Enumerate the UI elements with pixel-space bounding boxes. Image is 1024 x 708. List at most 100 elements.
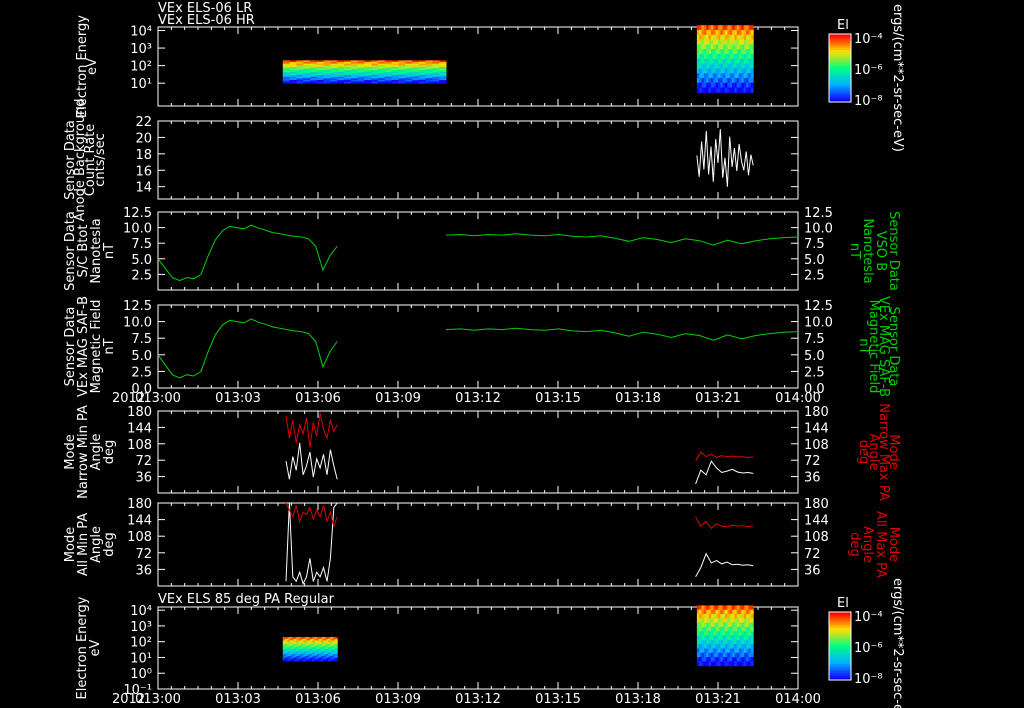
y-tick-label-right: 144	[804, 421, 829, 436]
y-axis-label: ModeAll Min PAAngledeg	[63, 513, 117, 576]
y-tick-label: 72	[135, 547, 152, 562]
heatmap-cell	[750, 648, 754, 654]
heatmap-cell	[418, 81, 427, 84]
y-tick-label: 16	[135, 164, 152, 179]
panel-frame-5	[157, 410, 799, 494]
y-tick-label: 12.5	[123, 206, 152, 221]
y-tick-label: 36	[135, 563, 152, 578]
y-tick-label: 144	[127, 514, 152, 529]
heatmap-cell	[432, 81, 440, 84]
heatmap-cell	[750, 644, 754, 649]
series-line-2	[285, 413, 338, 448]
y-tick-label-right: 72	[804, 454, 821, 469]
heatmap-cell	[337, 81, 345, 84]
y-tick-label: 10¹	[130, 77, 152, 92]
y-tick-label: 22	[135, 115, 152, 130]
colorbar-label: 10⁻⁴	[854, 32, 883, 47]
header-line2: VEx ELS-06 HR	[158, 13, 255, 28]
heatmap-cell	[364, 81, 372, 84]
heatmap-cell	[750, 639, 754, 645]
y-axis-label-right: ModeAll Max PAAngledeg	[847, 511, 901, 578]
heatmap-cell	[330, 81, 338, 84]
y-tick-label-right: 12.5	[804, 206, 833, 221]
heatmap-cell	[750, 34, 754, 41]
y-axis-label: Sensor DataVEx MAG SAF-BMagnetic FieldnT	[63, 296, 117, 397]
y-axis-label-right: Sensor DataVEx MAG SAF-BMagnetic FieldnT	[856, 296, 901, 397]
y-tick-label: 12.5	[123, 299, 152, 314]
y-tick-label-right: 2.5	[804, 365, 825, 380]
y-tick-label: 10³	[130, 42, 152, 57]
heatmap-cell	[750, 82, 754, 89]
panel-frame-6	[157, 502, 799, 587]
heatmap-cell	[750, 614, 754, 619]
y-tick-label: 18	[135, 148, 152, 163]
y-tick-label-right: 36	[804, 471, 821, 486]
colorbar-label: 10⁻⁸	[854, 94, 883, 109]
time-tick-label: 014:00	[775, 391, 821, 406]
y-tick-label: 10¹	[130, 651, 152, 666]
heatmap-cell	[750, 53, 754, 60]
time-tick-label: 013:06	[295, 692, 341, 707]
colorbar-unit-top: ergs/(cm**2-sr-sec-eV)	[890, 4, 905, 152]
y-axis-label-right: ModeNarrow Max PAAngledeg	[856, 403, 901, 501]
y-tick-label-right: 7.5	[804, 237, 825, 252]
heatmap-cell	[750, 622, 754, 628]
y-tick-label-right: 2.5	[804, 268, 825, 283]
y-tick-label: 108	[127, 530, 152, 545]
y-tick-label: 144	[127, 421, 152, 436]
heatmap-cell	[750, 87, 754, 93]
colorbar-label: 10⁻⁸	[854, 672, 883, 687]
time-tick-label: 013:09	[375, 391, 421, 406]
y-axis-label: Electron EnergyeV	[75, 596, 103, 699]
y-tick-label: 5.0	[131, 349, 152, 364]
heatmap-cell	[344, 81, 352, 84]
heatmap-cell	[296, 81, 304, 84]
colorbar-unit-bottom: ergs/(cm**2-sr-sec-eV)	[890, 578, 905, 708]
y-tick-label: 2.5	[131, 365, 152, 380]
y-tick-label-right: 5.0	[804, 349, 825, 364]
time-tick-label: 013:06	[295, 391, 341, 406]
heatmap-cell	[750, 63, 754, 69]
series-line-2	[695, 516, 754, 530]
heatmap-cell	[425, 81, 433, 84]
y-tick-label: 180	[127, 405, 152, 420]
y-tick-label: 10.0	[123, 222, 152, 237]
y-tick-label-right: 7.5	[804, 332, 825, 347]
heatmap-cell	[303, 81, 311, 84]
heatmap-cell	[289, 81, 297, 84]
panel-frame-3	[157, 211, 799, 291]
heatmap-cell	[750, 657, 754, 662]
series-line-1	[445, 327, 799, 341]
heatmap-cell	[750, 652, 754, 658]
time-tick-label: 013:12	[455, 391, 501, 406]
time-tick-label: 013:03	[215, 692, 261, 707]
y-tick-label-right: 108	[804, 438, 829, 453]
time-tick-label: 013:00	[135, 391, 181, 406]
series-line-1	[157, 224, 338, 282]
heatmap-cell	[750, 49, 754, 55]
heatmap-cell	[412, 81, 420, 84]
time-tick-label: 013:15	[535, 692, 581, 707]
y-tick-label: 7.5	[131, 237, 152, 252]
y-axis-label: Sensor DataAnode BackgroundCount Ratecnt…	[63, 98, 108, 221]
time-tick-label: 013:09	[375, 692, 421, 707]
y-axis-label: ModeNarrow Min PAAngledeg	[63, 405, 117, 499]
heatmap-cell	[750, 77, 754, 84]
y-tick-label: 10⁴	[130, 604, 152, 619]
time-tick-label: 013:18	[615, 692, 661, 707]
y-tick-label: 72	[135, 454, 152, 469]
y-tick-label-right: 12.5	[804, 299, 833, 314]
heatmap-cell	[750, 39, 754, 45]
heatmap-cell	[439, 81, 447, 84]
heatmap-cell	[750, 25, 754, 31]
y-tick-label: 10⁰	[130, 667, 152, 682]
time-tick-label: 014:00	[775, 692, 821, 707]
heatmap-cell	[750, 609, 754, 615]
y-tick-label: 10²	[130, 636, 152, 651]
y-axis-label-right: Sensor DataVSO BNanoteslanT	[847, 211, 901, 291]
heatmap-cell	[398, 81, 406, 84]
heatmap-cell	[357, 81, 365, 84]
y-tick-label: 20	[135, 131, 152, 146]
y-tick-label: 36	[135, 471, 152, 486]
y-tick-label: 2.5	[131, 268, 152, 283]
